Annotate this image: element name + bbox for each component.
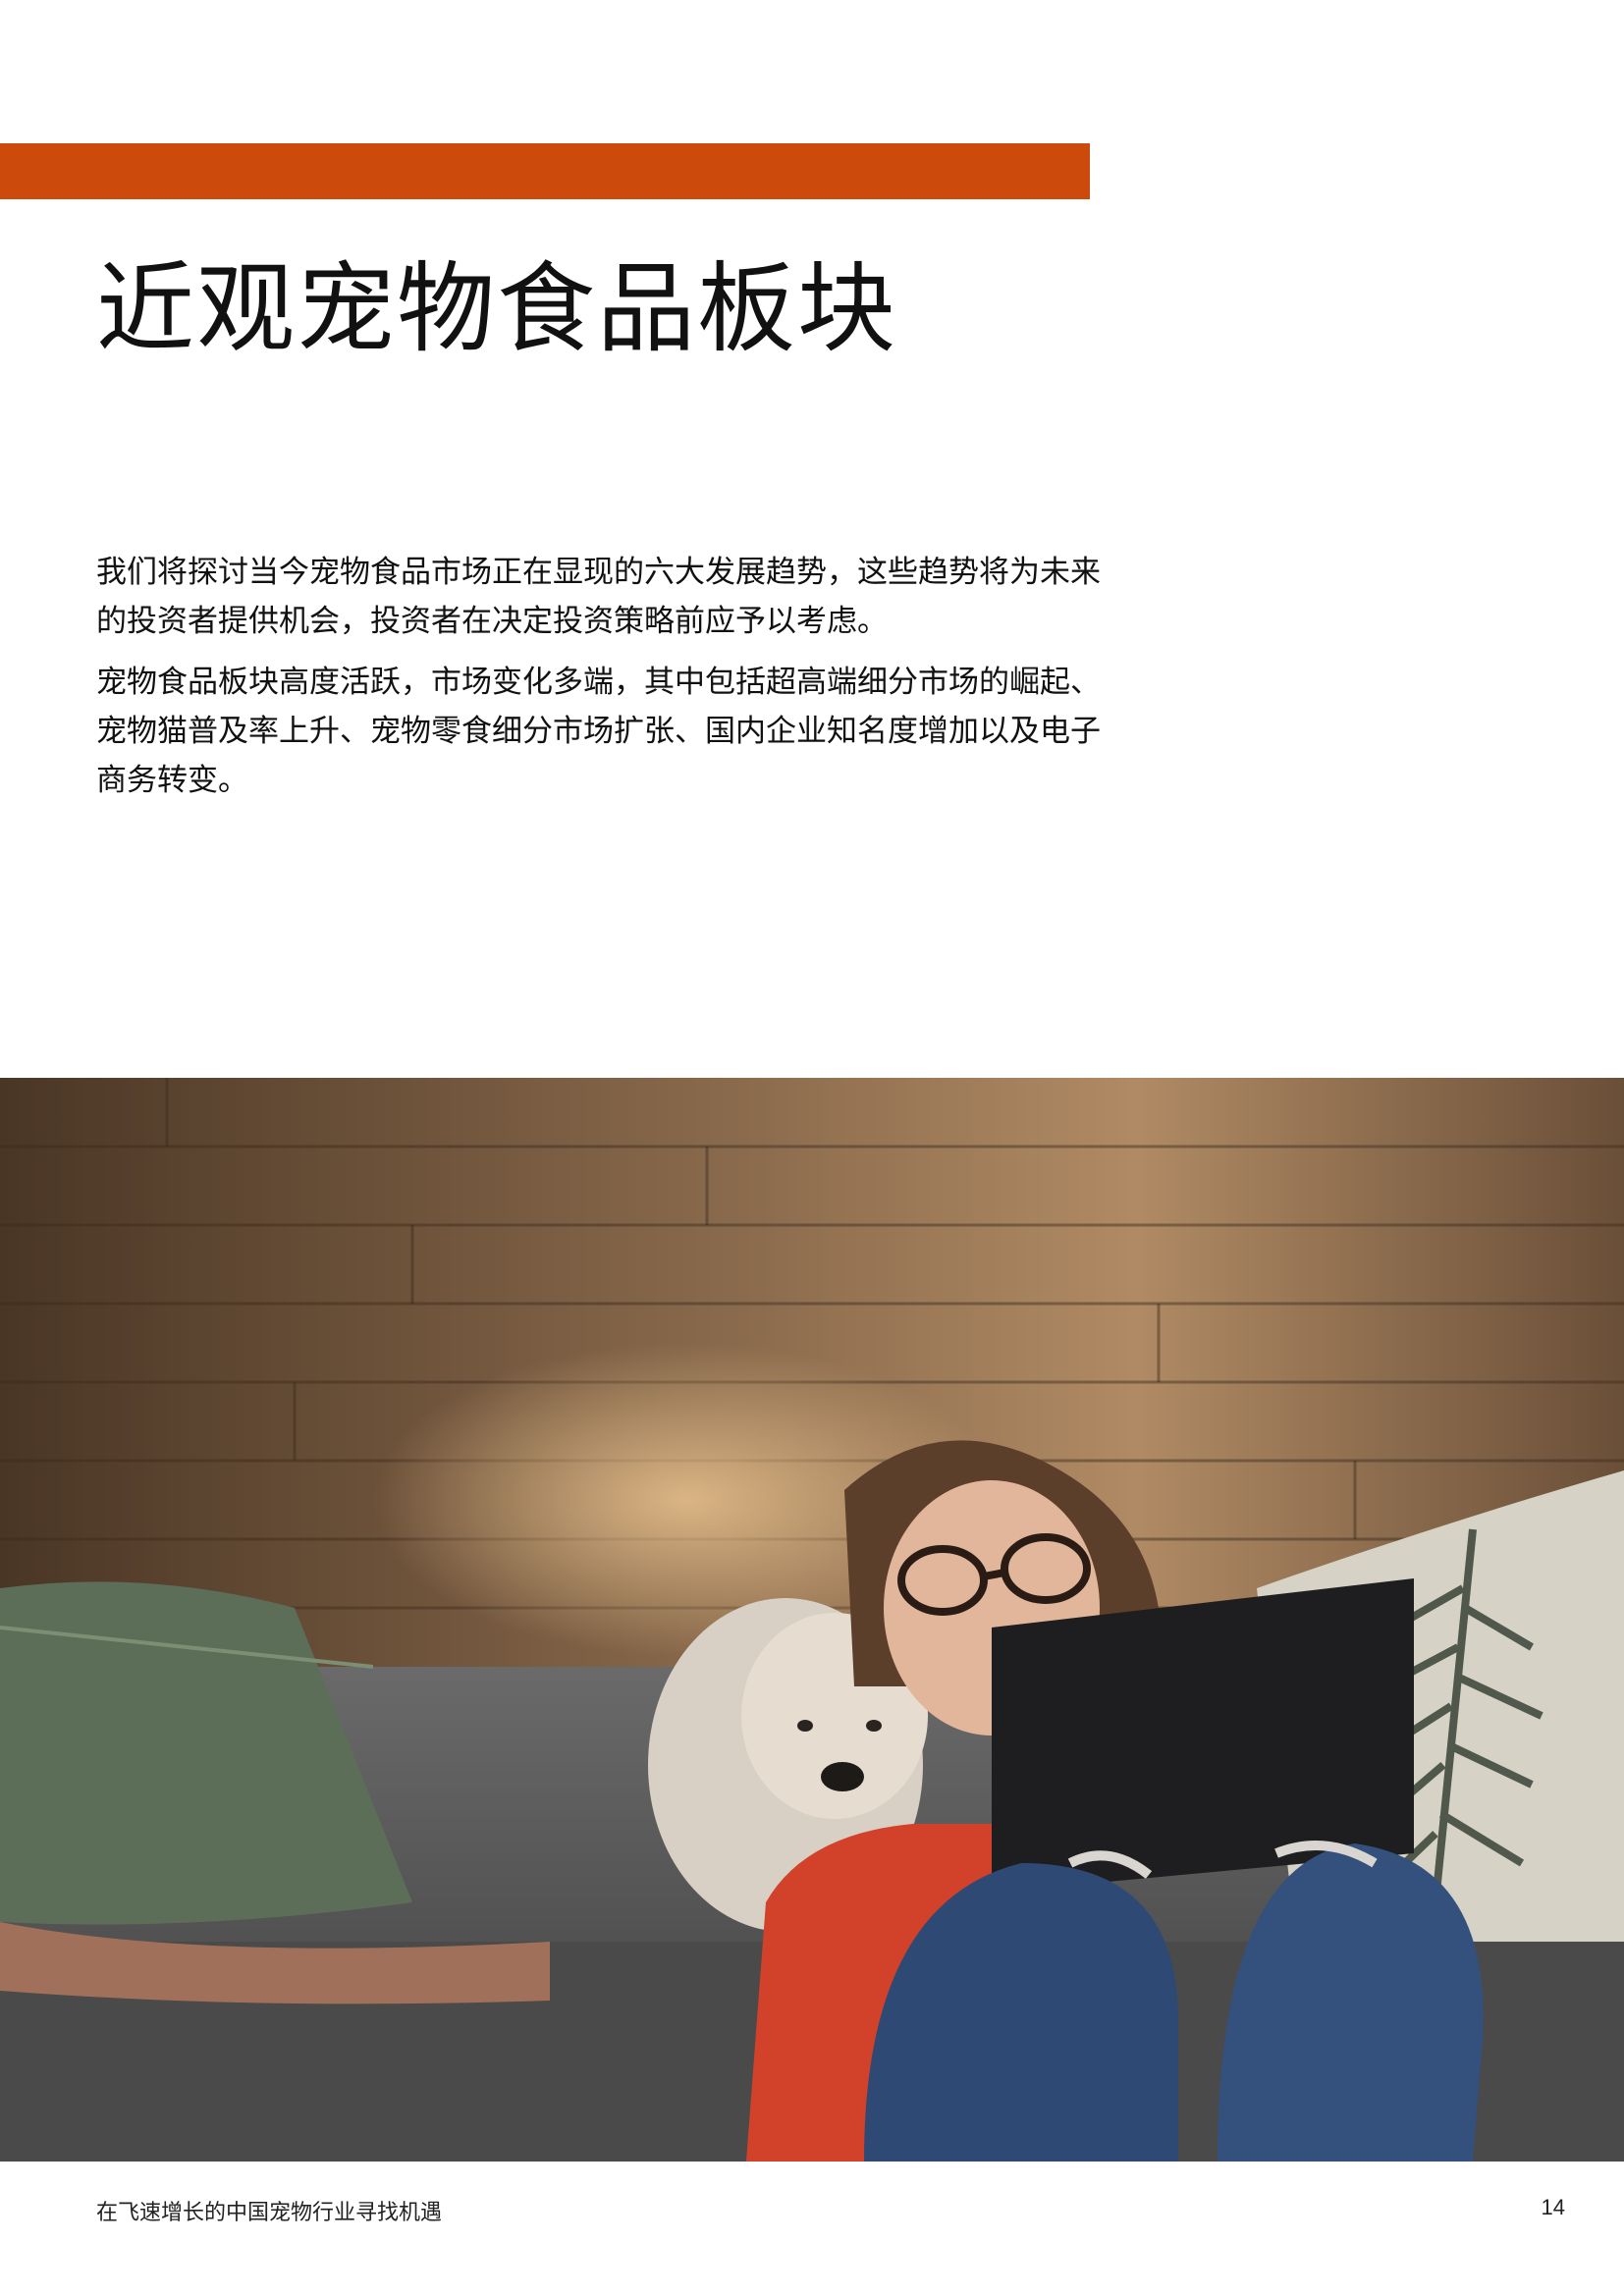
hero-photo <box>0 1078 1624 2162</box>
page-title: 近观宠物食品板块 <box>96 251 897 366</box>
accent-bar <box>0 143 1090 199</box>
footer-publication-title: 在飞速增长的中国宠物行业寻找机遇 <box>96 2201 443 2225</box>
body-paragraph: 宠物食品板块高度活跃，市场变化多端，其中包括超高端细分市场的崛起、宠物猫普及率上… <box>96 665 1101 798</box>
body-text: 我们将探讨当今宠物食品市场正在显现的六大发展趋势，这些趋势将为未来的投资者提供机… <box>96 548 1117 817</box>
page-number: 14 <box>1541 2195 1565 2219</box>
body-paragraph: 我们将探讨当今宠物食品市场正在显现的六大发展趋势，这些趋势将为未来的投资者提供机… <box>96 555 1101 639</box>
